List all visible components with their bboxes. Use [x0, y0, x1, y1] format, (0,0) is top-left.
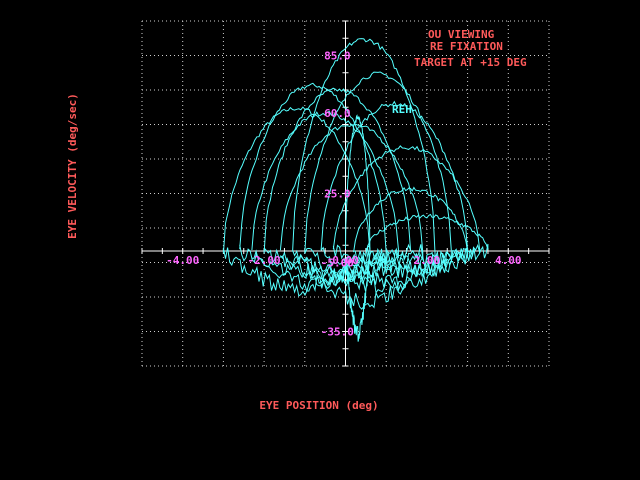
- annotation-line-3: TARGET AT +15 DEG: [414, 56, 527, 69]
- x-tick-label: 2.00: [414, 254, 441, 267]
- y-tick-label: 85.0: [324, 50, 351, 63]
- series-label-reh: REH: [392, 103, 412, 116]
- x-axis-title: EYE POSITION (deg): [259, 399, 378, 412]
- annotation-line-2: RE FIXATION: [430, 40, 503, 53]
- x-tick-label: -2.00: [248, 254, 281, 267]
- x-tick-label: 4.00: [495, 254, 522, 267]
- x-tick-label: -4.00: [166, 254, 199, 267]
- y-tick-label: -35.0: [321, 326, 354, 339]
- tick-labels: -4.00 -2.00 0.00 2.00 4.0085.060.025.0-5.00-…: [166, 50, 521, 339]
- y-axis-title: EYE VELOCITY (deg/sec): [66, 93, 79, 239]
- series-layer: [222, 38, 489, 342]
- y-tick-label: 60.0: [324, 107, 351, 120]
- y-tick-label: 25.0: [324, 188, 351, 201]
- phase-plane-chart: -4.00 -2.00 0.00 2.00 4.0085.060.025.0-5.00-…: [66, 20, 550, 412]
- series-reh-loop: [345, 114, 371, 342]
- y-tick-label: -5.00: [321, 257, 354, 270]
